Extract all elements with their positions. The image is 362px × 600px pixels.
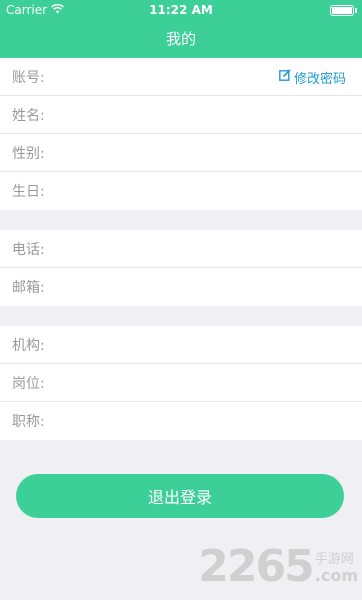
phone-label: 电话:: [12, 241, 45, 258]
edit-icon: [279, 69, 291, 85]
watermark-site-cn: 手游网: [314, 552, 354, 568]
watermark-site: 手游网 .com: [314, 552, 358, 589]
account-label: 账号:: [12, 69, 45, 86]
edit-password-button[interactable]: 修改密码: [279, 58, 346, 96]
position-label: 岗位:: [12, 375, 45, 392]
edit-password-label: 修改密码: [293, 71, 346, 87]
status-bar: Carrier 11:22 AM: [0, 0, 362, 20]
status-time: 11:22 AM: [149, 3, 213, 17]
logout-label: 退出登录: [147, 488, 212, 507]
email-row[interactable]: 邮箱:: [0, 268, 362, 306]
work-section: 机构: 岗位: 职称:: [0, 326, 362, 440]
name-row[interactable]: 姓名:: [0, 96, 362, 134]
phone-row[interactable]: 电话:: [0, 230, 362, 268]
job-title-label: 职称:: [12, 414, 45, 430]
profile-section: 账号: 修改密码 姓名: 性别: 生日:: [0, 58, 362, 210]
battery-icon: [330, 5, 357, 16]
name-label: 姓名:: [12, 107, 45, 124]
organization-row[interactable]: 机构:: [0, 326, 362, 364]
gender-label: 性别:: [12, 145, 45, 162]
gender-row[interactable]: 性别:: [0, 134, 362, 172]
birthday-row[interactable]: 生日:: [0, 172, 362, 210]
watermark-site-com: .com: [314, 566, 358, 586]
watermark-logo: 2265 手游网 .com: [198, 545, 358, 589]
birthday-label: 生日:: [12, 184, 45, 200]
contact-section: 电话: 邮箱:: [0, 230, 362, 306]
app-header: Carrier 11:22 AM 我的: [0, 0, 362, 58]
page-title: 我的: [165, 30, 196, 48]
organization-label: 机构:: [12, 337, 45, 354]
watermark-number: 2265: [198, 541, 314, 592]
logout-button[interactable]: 退出登录: [16, 474, 344, 518]
title-row[interactable]: 职称:: [0, 402, 362, 440]
email-label: 邮箱:: [12, 280, 45, 296]
account-row: 账号: 修改密码: [0, 58, 362, 96]
position-row[interactable]: 岗位:: [0, 364, 362, 402]
